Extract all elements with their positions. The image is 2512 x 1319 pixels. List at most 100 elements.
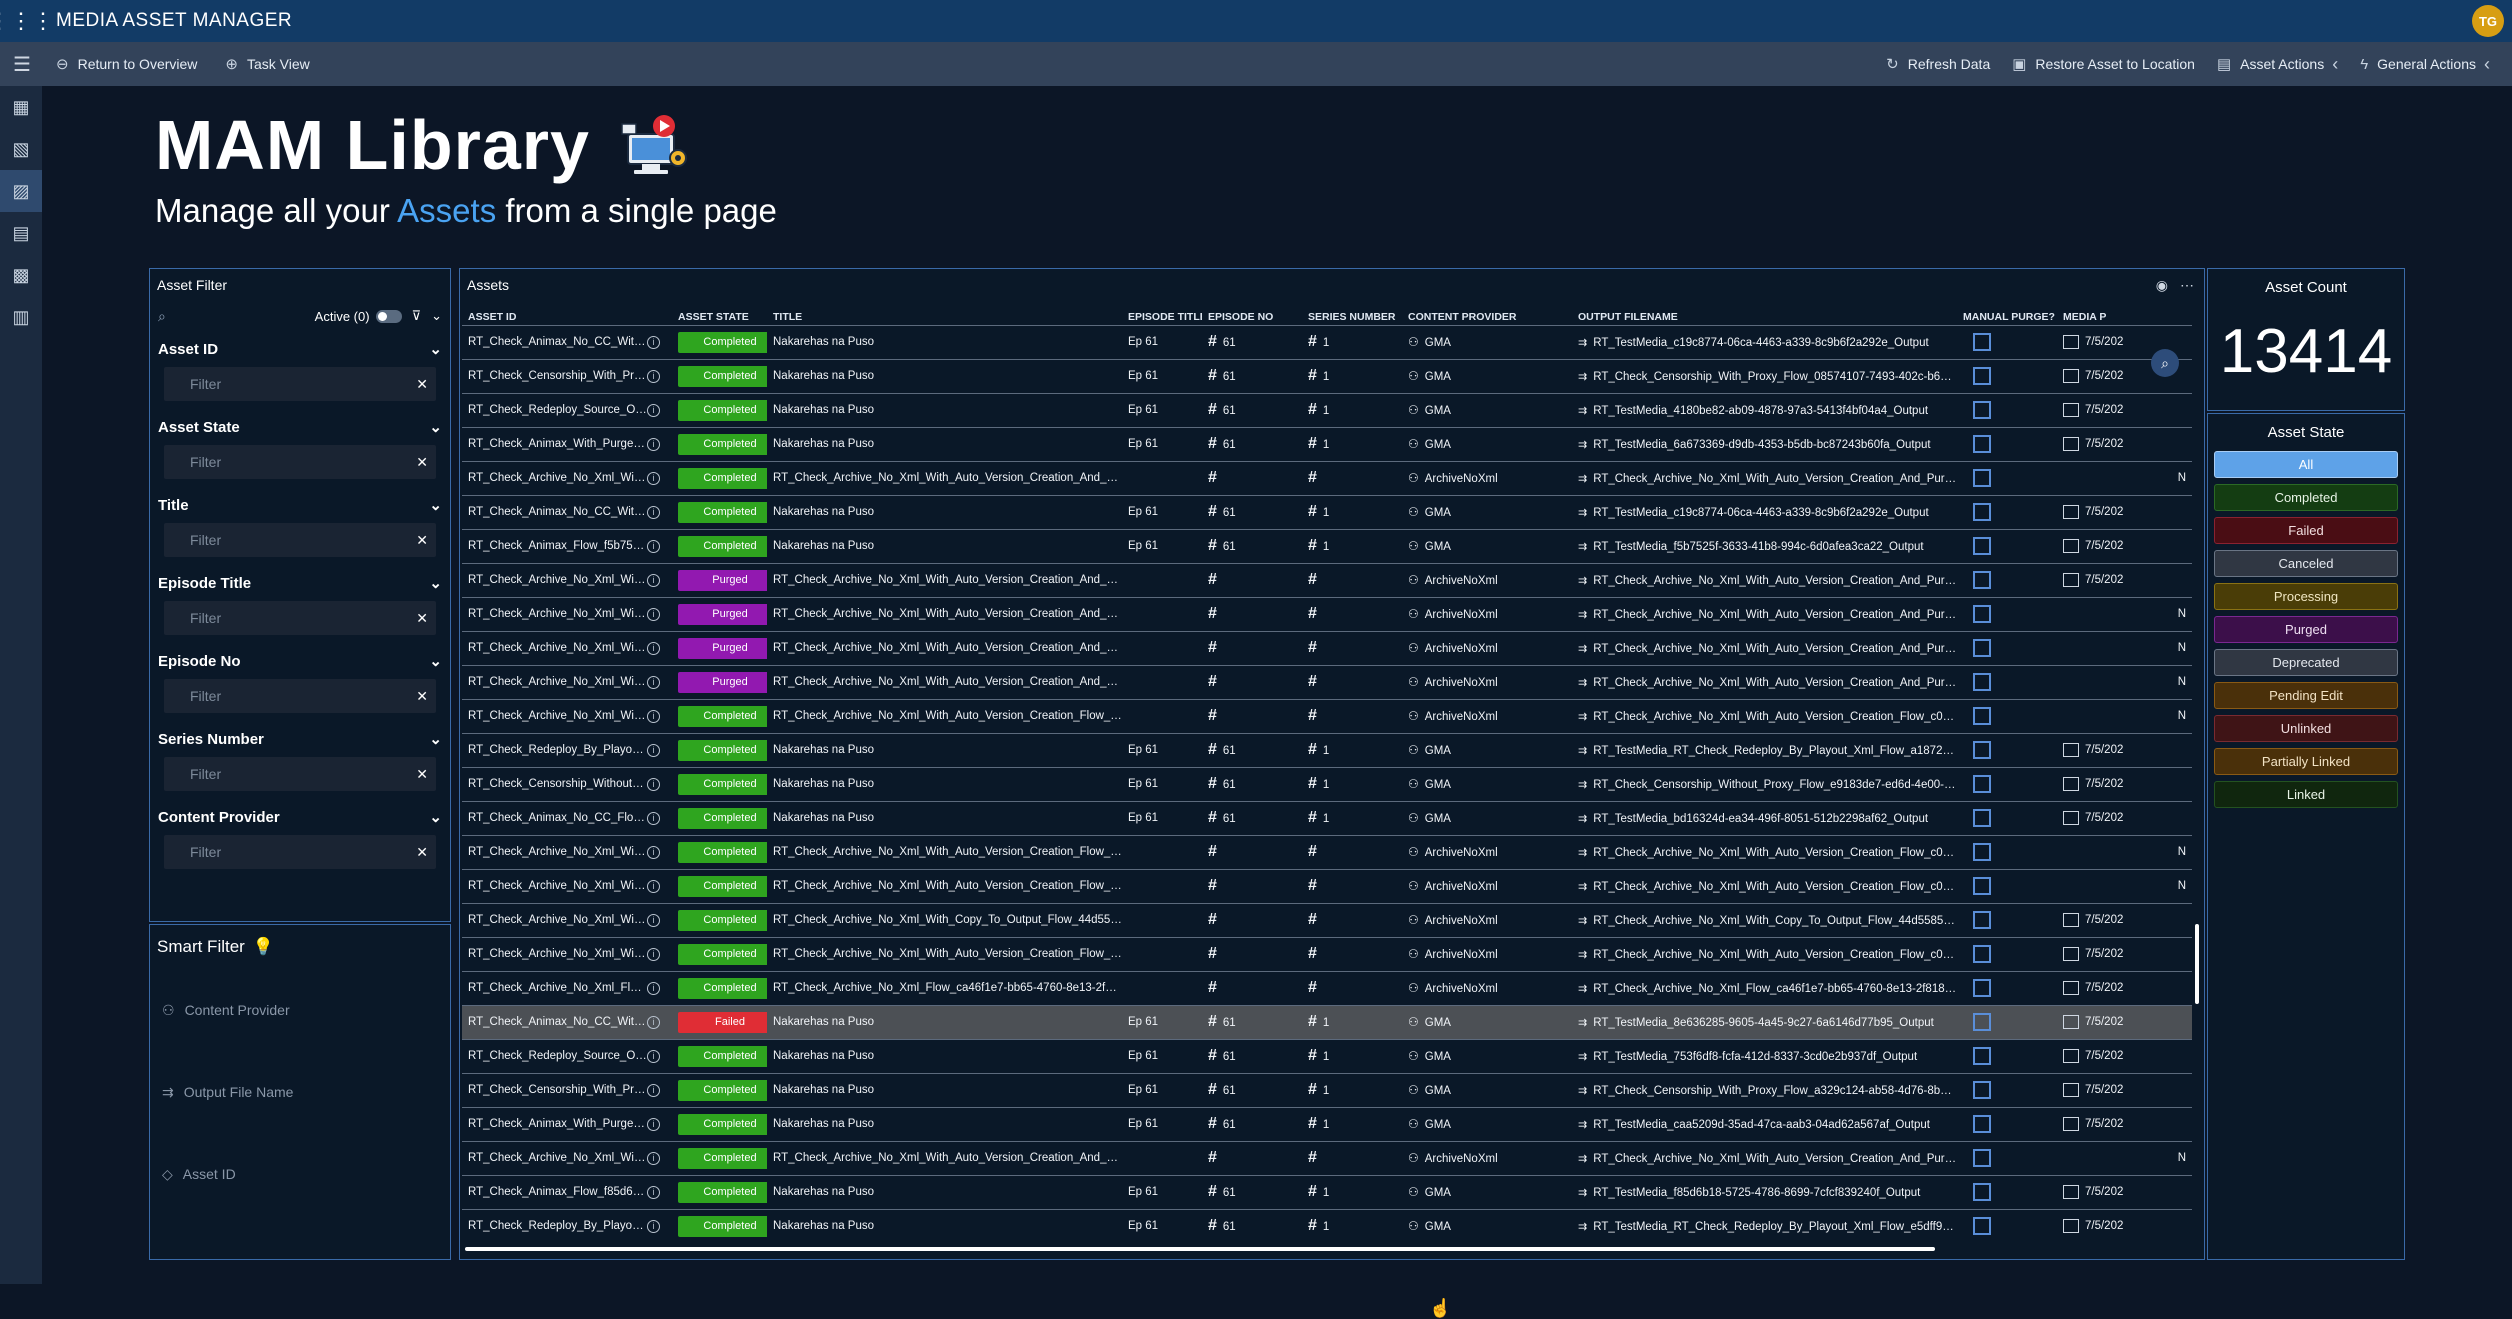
info-icon[interactable]: i <box>647 1185 660 1199</box>
table-row[interactable]: RT_Check_Redeploy_By_Playout_Xml_Flo...i… <box>462 732 2192 767</box>
table-row[interactable]: RT_Check_Censorship_With_Proxy_Flow_...i… <box>462 1072 2192 1107</box>
info-icon[interactable]: i <box>647 879 660 893</box>
chevron-down-icon[interactable]: ⌄ <box>429 574 442 592</box>
clear-icon[interactable]: ✕ <box>416 688 428 705</box>
clear-icon[interactable]: ✕ <box>416 844 428 861</box>
filter-group-header[interactable]: Series Number ⌄ <box>158 721 442 757</box>
column-header[interactable]: ASSET STATE <box>672 309 767 325</box>
smart-filter-item[interactable]: ⇉ Output File Name <box>150 1051 450 1133</box>
filter-input[interactable]: Filter ✕ <box>164 367 436 401</box>
table-row[interactable]: RT_Check_Redeploy_Source_On_New_Se...i Co… <box>462 392 2192 427</box>
info-icon[interactable]: i <box>647 471 660 485</box>
info-icon[interactable]: i <box>647 811 660 825</box>
manual-purge-checkbox[interactable] <box>1973 979 1991 997</box>
state-filter-button[interactable]: Pending Edit <box>2214 682 2398 709</box>
column-header[interactable]: MANUAL PURGE? <box>1957 309 2057 325</box>
filter-input[interactable]: Filter ✕ <box>164 835 436 869</box>
manual-purge-checkbox[interactable] <box>1973 775 1991 793</box>
state-filter-button[interactable]: Purged <box>2214 616 2398 643</box>
table-row[interactable]: RT_Check_Animax_No_CC_With_Auto_Ve...i Fa… <box>462 1004 2192 1039</box>
table-row[interactable]: RT_Check_Animax_Flow_f85d6b18-5725-...i C… <box>462 1174 2192 1209</box>
manual-purge-checkbox[interactable] <box>1973 1183 1991 1201</box>
column-header[interactable]: ASSET ID <box>462 309 672 325</box>
info-icon[interactable]: i <box>647 709 660 723</box>
info-icon[interactable]: i <box>647 641 660 655</box>
table-row[interactable]: RT_Check_Redeploy_Source_On_New_Se...i Co… <box>462 1038 2192 1073</box>
manual-purge-checkbox[interactable] <box>1973 605 1991 623</box>
chevron-down-icon[interactable]: ⌄ <box>429 496 442 514</box>
filter-group-header[interactable]: Title ⌄ <box>158 487 442 523</box>
table-row[interactable]: RT_Check_Archive_No_Xml_With_Auto_V...i P… <box>462 664 2192 699</box>
state-filter-button[interactable]: Linked <box>2214 781 2398 808</box>
filter-input[interactable]: Filter ✕ <box>164 523 436 557</box>
settings-panel-icon[interactable]: ▥ <box>0 296 42 338</box>
table-row[interactable]: RT_Check_Archive_No_Xml_With_Auto_V...i C… <box>462 460 2192 495</box>
manual-purge-checkbox[interactable] <box>1973 843 1991 861</box>
menu-icon[interactable]: ☰ <box>0 42 44 86</box>
info-icon[interactable]: i <box>647 505 660 519</box>
vertical-scrollbar[interactable] <box>2195 924 2199 1004</box>
info-icon[interactable]: i <box>647 403 660 417</box>
avatar[interactable]: TG <box>2472 5 2504 37</box>
chevron-down-icon[interactable]: ⌄ <box>429 808 442 826</box>
library-icon[interactable]: ▨ <box>0 170 42 212</box>
info-icon[interactable]: i <box>647 1083 660 1097</box>
info-icon[interactable]: i <box>647 573 660 587</box>
state-filter-button[interactable]: Processing <box>2214 583 2398 610</box>
manual-purge-checkbox[interactable] <box>1973 401 1991 419</box>
table-row[interactable]: RT_Check_Archive_No_Xml_Flow_ca46f1e...i… <box>462 970 2192 1005</box>
manual-purge-checkbox[interactable] <box>1973 1217 1991 1236</box>
column-header[interactable]: EPISODE TITLE <box>1122 309 1202 325</box>
info-icon[interactable]: i <box>647 1015 660 1029</box>
table-row[interactable]: RT_Check_Archive_No_Xml_With_Auto_V...i P… <box>462 596 2192 631</box>
app-launcher-icon[interactable]: ⋮⋮⋮ <box>0 0 54 42</box>
document-icon[interactable]: ▤ <box>0 212 42 254</box>
clear-icon[interactable]: ✕ <box>416 454 428 471</box>
clear-icon[interactable]: ✕ <box>416 376 428 393</box>
state-filter-button[interactable]: Canceled <box>2214 550 2398 577</box>
manual-purge-checkbox[interactable] <box>1973 1013 1991 1031</box>
manual-purge-checkbox[interactable] <box>1973 1081 1991 1099</box>
manual-purge-checkbox[interactable] <box>1973 741 1991 759</box>
table-row[interactable]: RT_Check_Archive_No_Xml_With_Auto_V...i C… <box>462 698 2192 733</box>
state-filter-button[interactable]: Unlinked <box>2214 715 2398 742</box>
filter-group-header[interactable]: Asset ID ⌄ <box>158 331 442 367</box>
manual-purge-checkbox[interactable] <box>1973 911 1991 929</box>
table-row[interactable]: RT_Check_Censorship_Without_Proxy_Flo...… <box>462 766 2192 801</box>
info-icon[interactable]: i <box>647 743 660 757</box>
info-icon[interactable]: i <box>647 1117 660 1131</box>
manual-purge-checkbox[interactable] <box>1973 333 1991 351</box>
info-icon[interactable]: i <box>647 913 660 927</box>
task-view-button[interactable]: ⊕ Task View <box>225 42 309 86</box>
chevron-down-icon[interactable]: ⌄ <box>429 730 442 748</box>
manual-purge-checkbox[interactable] <box>1973 673 1991 691</box>
manual-purge-checkbox[interactable] <box>1973 571 1991 589</box>
info-icon[interactable]: i <box>647 947 660 961</box>
filter-input[interactable]: Filter ✕ <box>164 679 436 713</box>
filter-group-header[interactable]: Content Provider ⌄ <box>158 799 442 835</box>
state-filter-button[interactable]: Failed <box>2214 517 2398 544</box>
table-row[interactable]: RT_Check_Archive_No_Xml_With_Auto_V...i C… <box>462 1140 2192 1175</box>
column-header[interactable]: SERIES NUMBER <box>1302 309 1402 325</box>
clear-icon[interactable]: ✕ <box>416 766 428 783</box>
manual-purge-checkbox[interactable] <box>1973 537 1991 555</box>
smart-filter-item[interactable]: ◇ Asset ID <box>150 1133 450 1215</box>
info-icon[interactable]: i <box>647 539 660 553</box>
table-row[interactable]: RT_Check_Animax_No_CC_Flow_bd16324...i Co… <box>462 800 2192 835</box>
dashboard-icon[interactable]: ▦ <box>0 86 42 128</box>
info-icon[interactable]: i <box>647 981 660 995</box>
chevron-down-icon[interactable]: ⌄ <box>429 418 442 436</box>
manual-purge-checkbox[interactable] <box>1973 435 1991 453</box>
manual-purge-checkbox[interactable] <box>1973 367 1991 385</box>
filter-input[interactable]: Filter ✕ <box>164 601 436 635</box>
manual-purge-checkbox[interactable] <box>1973 877 1991 895</box>
table-row[interactable]: RT_Check_Archive_No_Xml_With_Auto_V...i P… <box>462 562 2192 597</box>
info-icon[interactable]: i <box>647 675 660 689</box>
image-icon[interactable]: ▩ <box>0 254 42 296</box>
table-row[interactable]: RT_Check_Archive_No_Xml_With_Auto_V...i C… <box>462 868 2192 903</box>
info-icon[interactable]: i <box>647 845 660 859</box>
active-toggle[interactable] <box>375 309 402 323</box>
info-icon[interactable]: i <box>647 335 660 349</box>
manual-purge-checkbox[interactable] <box>1973 469 1991 487</box>
more-icon[interactable]: ⋯ <box>2180 277 2194 294</box>
